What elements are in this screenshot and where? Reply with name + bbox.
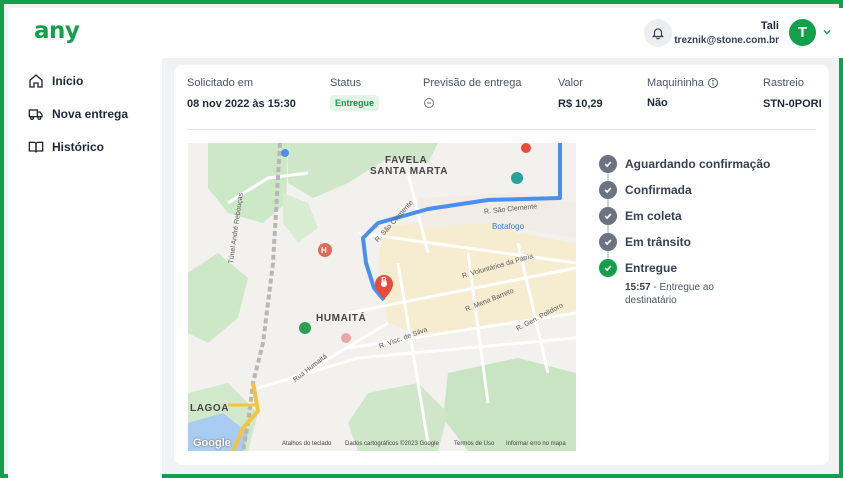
google-logo: Google bbox=[193, 437, 231, 449]
status-label: Status bbox=[330, 77, 362, 89]
app-logo[interactable]: any bbox=[34, 18, 80, 44]
map-label-santa-marta: SANTA MARTA bbox=[370, 166, 449, 177]
machine-label-row: Maquininha bbox=[647, 77, 719, 89]
user-name: Tali bbox=[760, 20, 779, 32]
book-icon bbox=[28, 139, 44, 155]
value-value: R$ 10,29 bbox=[558, 98, 603, 110]
sidebar-item-inicio[interactable]: Início bbox=[28, 73, 83, 89]
delivery-time: 15:57 bbox=[625, 282, 651, 293]
timeline-connector bbox=[607, 199, 609, 207]
check-icon bbox=[599, 207, 617, 225]
requested-label: Solicitado em bbox=[187, 77, 254, 89]
status-badge: Entregue bbox=[330, 95, 380, 111]
tracking-value[interactable]: STN-0PORI bbox=[763, 98, 822, 110]
map-label-lagoa: LAGOA bbox=[190, 403, 230, 414]
top-bar: any Tali treznik@stone.com.br T bbox=[8, 8, 843, 58]
bell-icon bbox=[651, 28, 665, 40]
sidebar-item-label: Início bbox=[52, 74, 84, 88]
timeline-step-label: Confirmada bbox=[625, 183, 692, 197]
divider bbox=[187, 129, 816, 130]
requested-info: Solicitado em 08 nov 2022 às 15:30 bbox=[187, 77, 296, 110]
map-label-humaita: HUMAITÁ bbox=[316, 313, 367, 324]
avatar[interactable]: T bbox=[789, 19, 816, 46]
delivery-map[interactable]: FAVELA SANTA MARTA HUMAITÁ LAGOA Túnel A… bbox=[188, 143, 576, 451]
eta-info: Previsão de entrega bbox=[423, 77, 521, 109]
tracking-label: Rastreio bbox=[763, 77, 804, 89]
sidebar-item-label: Histórico bbox=[52, 140, 105, 154]
check-icon bbox=[599, 233, 617, 251]
timeline-step-label: Em trânsito bbox=[625, 235, 692, 249]
value-info: Valor R$ 10,29 bbox=[558, 77, 603, 110]
timeline-step-label: Em coleta bbox=[625, 209, 682, 223]
value-label: Valor bbox=[558, 77, 583, 89]
status-info: Status Entregue bbox=[330, 77, 380, 111]
eta-label: Previsão de entrega bbox=[423, 77, 522, 89]
machine-info: Maquininha Não bbox=[647, 77, 719, 109]
map-label-favela: FAVELA bbox=[385, 155, 428, 166]
timeline-step: Em trânsito bbox=[599, 233, 691, 251]
map-report-link[interactable]: Informar erro no mapa bbox=[506, 441, 566, 447]
timeline-step-current: Entregue bbox=[599, 259, 677, 277]
chevron-down-icon[interactable] bbox=[821, 26, 833, 38]
machine-label: Maquininha bbox=[647, 77, 704, 89]
timeline-step-label: Aguardando confirmação bbox=[625, 157, 771, 171]
sidebar-item-label: Nova entrega bbox=[52, 107, 129, 121]
check-icon bbox=[599, 155, 617, 173]
check-icon bbox=[599, 259, 617, 277]
map-data-text: Dados cartográficos ©2023 Google bbox=[345, 441, 439, 447]
timeline-step: Confirmada bbox=[599, 181, 692, 199]
map-terms-link[interactable]: Termos de Uso bbox=[454, 441, 494, 447]
timeline-connector bbox=[607, 225, 609, 233]
map-marker-letter: B bbox=[381, 276, 387, 285]
sidebar-item-historico[interactable]: Histórico bbox=[28, 139, 104, 155]
timeline-connector bbox=[607, 251, 609, 259]
app-window: any Tali treznik@stone.com.br T Início N… bbox=[0, 0, 843, 478]
user-email: treznik@stone.com.br bbox=[674, 35, 779, 46]
map-shortcuts-link[interactable]: Atalhos do teclado bbox=[282, 441, 331, 447]
home-icon bbox=[28, 73, 44, 89]
timeline-connector bbox=[607, 173, 609, 181]
eta-value bbox=[423, 97, 521, 109]
timeline-step: Em coleta bbox=[599, 207, 682, 225]
minus-circle-icon bbox=[424, 98, 434, 108]
info-icon[interactable] bbox=[707, 77, 719, 89]
machine-value: Não bbox=[647, 97, 668, 109]
sidebar-item-nova-entrega[interactable]: Nova entrega bbox=[28, 106, 128, 122]
map-label-botafogo: Botafogo bbox=[492, 222, 525, 231]
map-footer: Atalhos do teclado Dados cartográficos ©… bbox=[188, 439, 576, 451]
requested-value: 08 nov 2022 às 15:30 bbox=[187, 98, 296, 110]
timeline-step-detail: 15:57 - Entregue ao destinatário bbox=[625, 281, 735, 307]
timeline-step-label: Entregue bbox=[625, 261, 678, 275]
check-icon bbox=[599, 181, 617, 199]
tracking-info: Rastreio STN-0PORI bbox=[763, 77, 822, 110]
truck-icon bbox=[28, 106, 44, 122]
map-canvas bbox=[188, 143, 576, 451]
sidebar: Início Nova entrega Histórico bbox=[8, 58, 162, 478]
timeline-step: Aguardando confirmação bbox=[599, 155, 770, 173]
hospital-icon: H bbox=[321, 246, 327, 255]
order-card: Solicitado em 08 nov 2022 às 15:30 Statu… bbox=[174, 65, 829, 465]
notifications-button[interactable] bbox=[644, 19, 672, 47]
